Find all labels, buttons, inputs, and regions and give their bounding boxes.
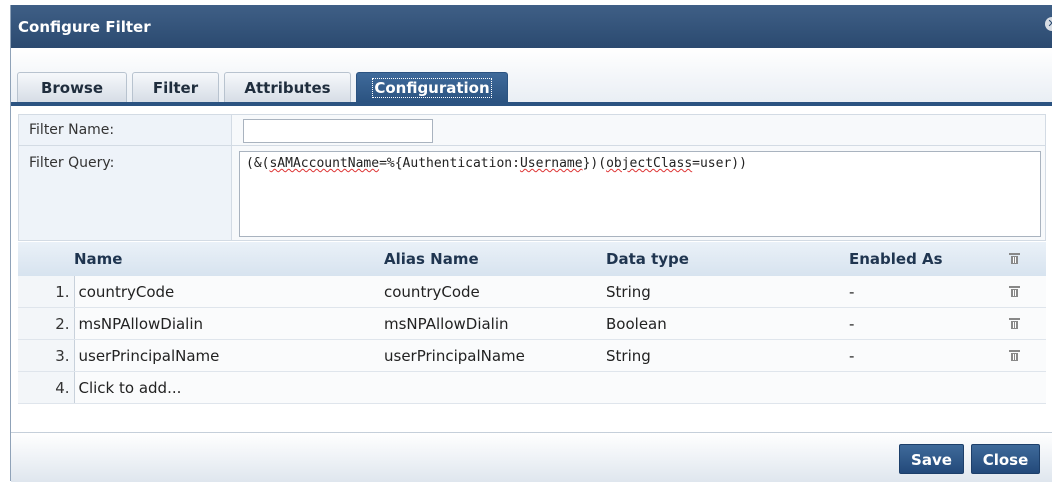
header-type[interactable]: Data type	[606, 242, 849, 276]
header-num	[18, 242, 74, 276]
save-button[interactable]: Save	[899, 444, 964, 474]
tab-attributes[interactable]: Attributes	[224, 72, 351, 102]
filter-name-input[interactable]	[243, 119, 433, 143]
dialog-titlebar: Configure Filter ✕	[11, 5, 1052, 48]
tab-underline	[11, 102, 1052, 106]
close-icon[interactable]: ✕	[1045, 17, 1052, 31]
close-button[interactable]: Close	[971, 444, 1040, 474]
header-enabled[interactable]: Enabled As	[849, 242, 1009, 276]
trash-icon[interactable]	[1009, 317, 1020, 329]
table-row[interactable]: 1. countryCode countryCode String -	[18, 276, 1046, 308]
dialog-title: Configure Filter	[18, 18, 151, 36]
filter-query-row: Filter Query: (&(sAMAccountName=%{Authen…	[18, 145, 1046, 241]
table-row[interactable]: 2. msNPAllowDialin msNPAllowDialin Boole…	[18, 307, 1046, 340]
attributes-table: Name Alias Name Data type Enabled As 1. …	[18, 242, 1046, 404]
table-row[interactable]: 3. userPrincipalName userPrincipalName S…	[18, 339, 1046, 372]
tab-strip: Browse Filter Attributes Configuration	[11, 48, 1052, 103]
header-alias[interactable]: Alias Name	[384, 242, 606, 276]
trash-icon[interactable]	[1009, 253, 1020, 264]
header-name[interactable]: Name	[74, 242, 384, 276]
tab-configuration[interactable]: Configuration	[356, 72, 508, 102]
filter-query-label: Filter Query:	[29, 155, 115, 171]
trash-icon[interactable]	[1009, 349, 1020, 361]
tab-filter[interactable]: Filter	[132, 72, 219, 102]
filter-name-row: Filter Name:	[18, 114, 1046, 146]
trash-icon[interactable]	[1009, 285, 1020, 297]
tab-browse[interactable]: Browse	[17, 72, 127, 102]
click-to-add[interactable]: Click to add...	[74, 371, 384, 404]
dialog-footer: Save Close	[11, 432, 1052, 482]
header-trash[interactable]	[1009, 242, 1046, 276]
filter-query-textarea[interactable]: (&(sAMAccountName=%{Authentication:Usern…	[239, 151, 1041, 237]
filter-name-label: Filter Name:	[29, 122, 115, 138]
table-header: Name Alias Name Data type Enabled As	[18, 242, 1046, 276]
add-row[interactable]: 4. Click to add...	[18, 371, 1046, 404]
configure-filter-dialog: Configure Filter ✕ Browse Filter Attribu…	[10, 5, 1052, 482]
